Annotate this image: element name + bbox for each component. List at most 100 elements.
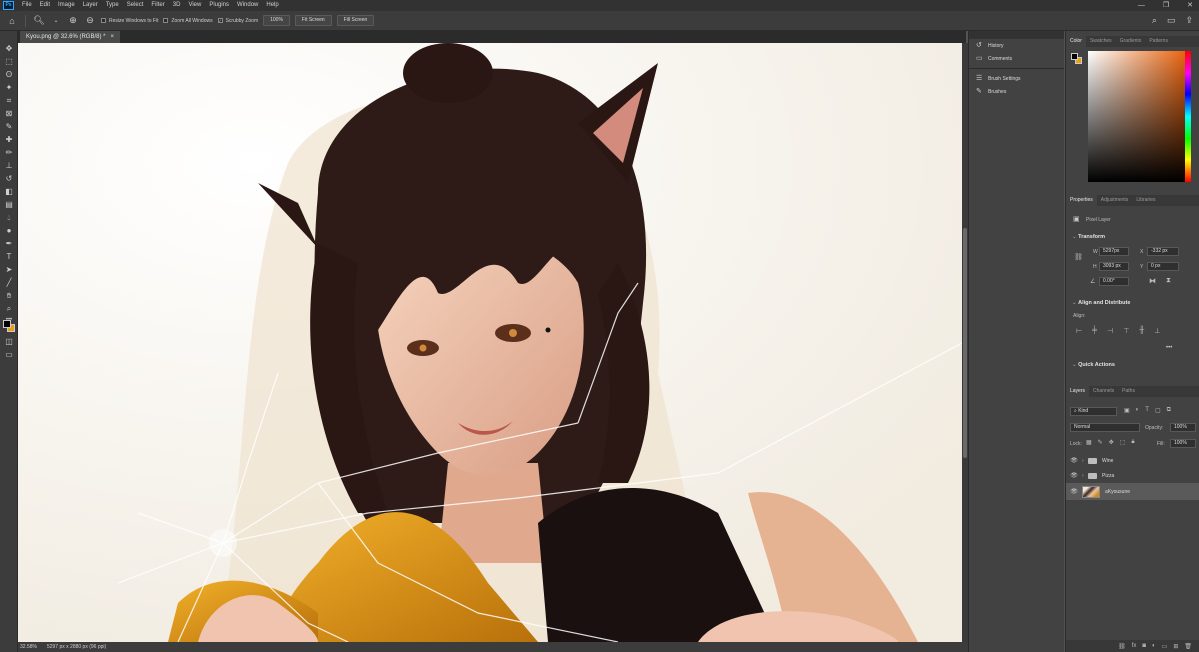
delete-layer-icon[interactable]: 🗑︎ (1184, 643, 1192, 650)
frame-tool-icon[interactable]: ⊠ (3, 108, 15, 119)
color-picker-field[interactable] (1088, 51, 1187, 182)
zoom-level[interactable]: 32.58% (20, 644, 37, 650)
new-group-icon[interactable]: ▭ (1162, 643, 1168, 650)
menu-help[interactable]: Help (262, 0, 282, 11)
line-tool-icon[interactable]: ╱ (3, 277, 15, 288)
menu-3d[interactable]: 3D (169, 0, 185, 11)
gradient-tool-icon[interactable]: ▤ (3, 199, 15, 210)
lock-transparency-icon[interactable]: ▦ (1086, 439, 1092, 446)
align-section-title[interactable]: Align and Distribute (1072, 300, 1130, 306)
crop-tool-icon[interactable]: ⌗ (3, 95, 15, 106)
align-top-icon[interactable]: ⊤ (1123, 327, 1129, 335)
filter-smart-object-icon[interactable]: ⧉ (1167, 407, 1171, 414)
tab-patterns[interactable]: Patterns (1145, 36, 1172, 47)
quick-actions-title[interactable]: Quick Actions (1072, 362, 1115, 368)
menu-view[interactable]: View (184, 0, 205, 11)
eyedropper-tool-icon[interactable]: ✎ (3, 121, 15, 132)
healing-brush-tool-icon[interactable]: ✚ (3, 134, 15, 145)
align-right-icon[interactable]: ⊣ (1107, 327, 1113, 335)
brush-tool-icon[interactable]: ✏ (3, 147, 15, 158)
visibility-eye-icon[interactable]: 👁︎ (1066, 472, 1082, 479)
menu-type[interactable]: Type (102, 0, 123, 11)
zoom-in-icon[interactable]: ⊕ (67, 15, 79, 27)
blur-tool-icon[interactable]: 💧︎ (3, 212, 15, 223)
align-middle-v-icon[interactable]: ╫ (1139, 327, 1144, 335)
lock-position-icon[interactable]: ✥ (1109, 439, 1114, 446)
opacity-field[interactable]: 100% (1170, 423, 1196, 432)
quick-mask-icon[interactable]: ◫ (3, 336, 15, 347)
magic-wand-tool-icon[interactable]: ✦ (3, 82, 15, 93)
visibility-eye-icon[interactable]: 👁︎ (1066, 488, 1082, 495)
canvas-area[interactable] (18, 43, 962, 642)
filter-type-icon[interactable]: T (1145, 407, 1149, 414)
move-tool-icon[interactable]: ✥ (3, 43, 15, 54)
hue-slider[interactable] (1185, 51, 1191, 182)
menu-layer[interactable]: Layer (79, 0, 102, 11)
tab-libraries[interactable]: Libraries (1132, 195, 1159, 206)
dodge-tool-icon[interactable]: ● (3, 225, 15, 236)
eraser-tool-icon[interactable]: ◧ (3, 186, 15, 197)
tab-layers[interactable]: Layers (1066, 386, 1090, 397)
fit-screen-button[interactable]: Fit Screen (294, 15, 332, 26)
menu-window[interactable]: Window (233, 0, 262, 11)
transform-section-title[interactable]: Transform (1072, 234, 1105, 240)
history-brush-tool-icon[interactable]: ↺ (3, 173, 15, 184)
minimize-icon[interactable]: — (1138, 0, 1145, 11)
foreground-color-swatch[interactable] (1071, 53, 1078, 60)
layer-row-akyousune[interactable]: 👁︎ aKyousune (1066, 483, 1199, 500)
lock-image-icon[interactable]: ✎ (1098, 439, 1103, 446)
zoom-100-button[interactable]: 100% (263, 15, 290, 26)
flip-horizontal-icon[interactable]: ⧓ (1149, 277, 1156, 285)
hand-tool-icon[interactable]: ✋︎ (3, 290, 15, 301)
workspace-icon[interactable]: ▭ (1167, 15, 1176, 26)
restore-icon[interactable]: ❐ (1163, 0, 1169, 11)
close-icon[interactable]: ✕ (1187, 0, 1193, 11)
tab-paths[interactable]: Paths (1118, 386, 1139, 397)
new-layer-icon[interactable]: ⊞ (1173, 643, 1178, 650)
align-center-h-icon[interactable]: ╪ (1092, 327, 1097, 335)
tab-properties[interactable]: Properties (1066, 195, 1097, 206)
clone-stamp-tool-icon[interactable]: ⊥ (3, 160, 15, 171)
fill-screen-button[interactable]: Fill Screen (336, 15, 375, 26)
document-tab[interactable]: Kyou.png @ 32.6% (RGB/8) * × (20, 31, 120, 43)
path-selection-tool-icon[interactable]: ➤ (3, 264, 15, 275)
marquee-tool-icon[interactable]: ⬚ (3, 56, 15, 67)
adjustment-layer-icon[interactable]: ◐ (1152, 643, 1156, 649)
zoom-tool-icon[interactable]: 🔍︎ (33, 15, 45, 27)
align-bottom-icon[interactable]: ⊥ (1154, 327, 1160, 335)
chevron-down-icon[interactable]: ⌄ (50, 15, 62, 27)
foreground-color-swatch[interactable] (3, 320, 11, 328)
filter-pixel-icon[interactable]: ▣ (1124, 407, 1130, 414)
panel-brush-settings[interactable]: ☰ Brush Settings (969, 72, 1064, 85)
share-icon[interactable]: ⇪ (1185, 15, 1193, 26)
menu-edit[interactable]: Edit (36, 0, 54, 11)
search-icon[interactable]: ⌕ (1152, 15, 1157, 26)
resize-windows-checkbox[interactable]: Resize Windows to Fit (101, 18, 158, 24)
pen-tool-icon[interactable]: ✒ (3, 238, 15, 249)
menu-filter[interactable]: Filter (147, 0, 168, 11)
y-field[interactable]: 0 px (1147, 262, 1179, 271)
panel-comments[interactable]: ▭ Comments (969, 52, 1064, 65)
layer-row-wine[interactable]: 👁︎ › Wine (1066, 453, 1199, 468)
visibility-eye-icon[interactable]: 👁︎ (1066, 457, 1082, 464)
panel-brushes[interactable]: ✎ Brushes (969, 85, 1064, 98)
lock-artboard-icon[interactable]: ⬚ (1120, 439, 1126, 446)
angle-field[interactable]: 0.00° (1099, 277, 1129, 286)
more-options-icon[interactable]: ••• (1166, 345, 1172, 351)
scrollbar-thumb[interactable] (963, 228, 967, 458)
tab-swatches[interactable]: Swatches (1086, 36, 1116, 47)
link-icon[interactable]: ⛓ (1074, 253, 1083, 261)
width-field[interactable]: 5297px (1099, 247, 1129, 256)
blend-mode-select[interactable]: Normal (1070, 423, 1140, 432)
fx-icon[interactable]: fx (1132, 643, 1137, 649)
menu-image[interactable]: Image (54, 0, 79, 11)
add-mask-icon[interactable]: ◙ (1142, 643, 1146, 649)
scrubby-zoom-checkbox[interactable]: ✓ Scrubby Zoom (217, 18, 258, 24)
screen-mode-icon[interactable]: ▭ (3, 349, 15, 360)
tab-gradients[interactable]: Gradients (1116, 36, 1146, 47)
menu-select[interactable]: Select (123, 0, 148, 11)
height-field[interactable]: 3093 px (1099, 262, 1129, 271)
align-left-icon[interactable]: ⊢ (1076, 327, 1082, 335)
panel-history[interactable]: ↺ History (969, 39, 1064, 52)
zoom-all-windows-checkbox[interactable]: Zoom All Windows (163, 18, 213, 24)
